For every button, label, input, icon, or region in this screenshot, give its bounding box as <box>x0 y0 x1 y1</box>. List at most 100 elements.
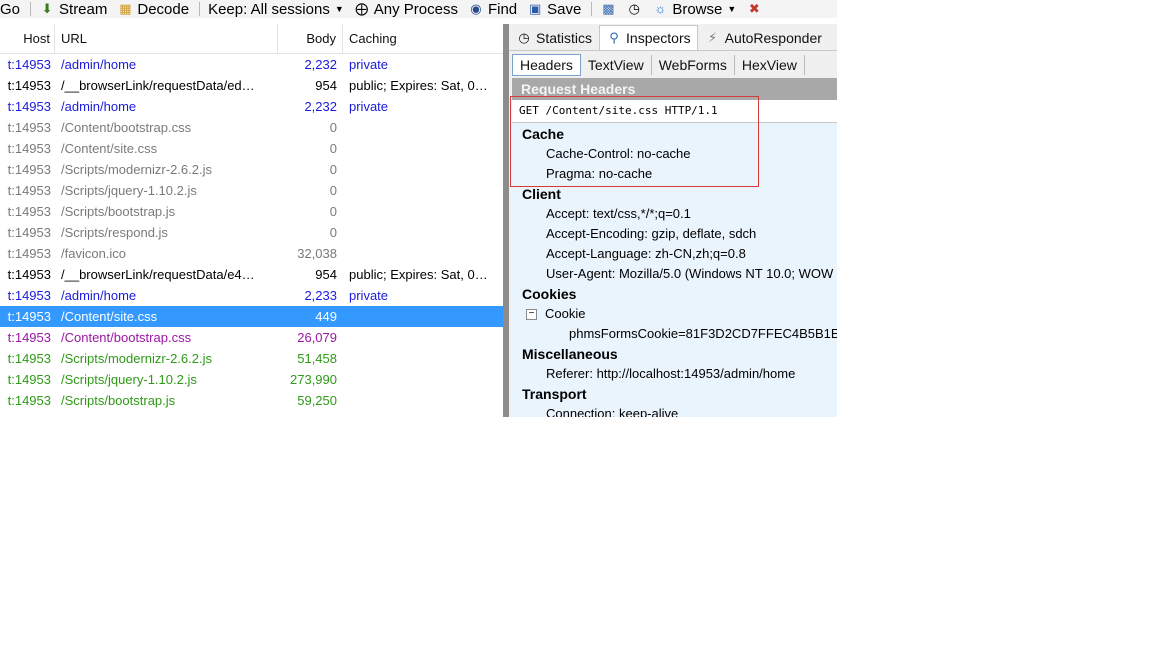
session-row[interactable]: t:14953/Scripts/bootstrap.js 59,250 <box>0 390 503 411</box>
header-entry[interactable]: Referer: http://localhost:14953/admin/ho… <box>512 364 837 384</box>
session-url: /Scripts/jquery-1.10.2.js <box>61 183 197 198</box>
session-row[interactable]: t:14953/Scripts/modernizr-2.6.2.js 0 <box>0 159 503 180</box>
subtab-webforms[interactable]: WebForms <box>652 55 735 75</box>
collapse-icon[interactable]: − <box>526 309 537 321</box>
subtab-headers[interactable]: Headers <box>512 54 581 76</box>
go-button[interactable]: Go <box>0 0 20 18</box>
session-url: /Content/bootstrap.css <box>61 120 192 135</box>
session-list: Host URL Body Caching t:14953/admin/home… <box>0 24 503 417</box>
column-header-host[interactable]: Host <box>0 24 55 53</box>
tab-statistics[interactable]: ◷ Statistics <box>509 25 599 50</box>
binoculars-icon: ◉ <box>470 1 482 16</box>
session-caching <box>343 348 503 369</box>
session-caching <box>343 306 503 327</box>
session-row[interactable]: t:14953/Scripts/modernizr-2.6.2.js 51,458 <box>0 348 503 369</box>
session-url: /Content/site.css <box>61 141 158 156</box>
column-header-body[interactable]: Body <box>278 24 343 53</box>
session-host: t:14953 <box>7 309 51 324</box>
any-process-button[interactable]: ⨁ Any Process <box>354 0 458 18</box>
subtab-hexview[interactable]: HexView <box>735 55 805 75</box>
inspector-panel: ◷ Statistics ⚲ Inspectors ⚡ AutoResponde… <box>509 24 837 417</box>
group-transport[interactable]: Transport <box>512 384 837 404</box>
session-host: t:14953 <box>7 120 51 135</box>
save-icon: ▣ <box>528 1 542 16</box>
tab-autoresponder[interactable]: ⚡ AutoResponder <box>698 25 829 50</box>
headers-pane: Request Headers GET /Content/site.css HT… <box>512 78 837 417</box>
session-row[interactable]: t:14953/Content/bootstrap.css 26,079 <box>0 327 503 348</box>
column-header-caching[interactable]: Caching <box>343 24 503 53</box>
session-row[interactable]: t:14953 /__browserLink/requestData/ed… 954… <box>0 75 503 96</box>
cookie-value[interactable]: phmsFormsCookie=81F3D2CD7FFEC4B5B1E <box>512 324 837 344</box>
group-cache[interactable]: Cache <box>512 124 837 144</box>
session-caching <box>343 222 503 243</box>
session-row[interactable]: t:14953/Scripts/bootstrap.js 0 <box>0 201 503 222</box>
header-entry[interactable]: Accept-Encoding: gzip, deflate, sdch <box>512 224 837 244</box>
group-client[interactable]: Client <box>512 184 837 204</box>
cookie-node[interactable]: − Cookie <box>512 304 837 324</box>
screenshot-button[interactable]: ▩ <box>600 0 620 18</box>
timer-button[interactable]: ◷ <box>626 0 646 18</box>
camera-icon: ▩ <box>602 1 615 16</box>
session-body-size: 2,232 <box>304 57 337 72</box>
request-subtabs: Headers TextView WebForms HexView <box>509 53 837 77</box>
browse-button[interactable]: ☼ Browse ▼ <box>652 0 736 18</box>
session-url: /Scripts/modernizr-2.6.2.js <box>61 351 212 366</box>
session-row[interactable]: t:14953/Scripts/respond.js 0 <box>0 222 503 243</box>
session-row[interactable]: t:14953/admin/home 2,232 private <box>0 54 503 75</box>
go-label: Go <box>0 0 21 18</box>
browser-icon: ☼ <box>654 1 667 16</box>
session-body-size: 51,458 <box>297 351 337 366</box>
session-row[interactable]: t:14953/admin/home 2,233 private <box>0 285 503 306</box>
session-host: t:14953 <box>7 288 51 303</box>
session-row[interactable]: t:14953/favicon.ico 32,038 <box>0 243 503 264</box>
stream-button[interactable]: ⬇ Stream <box>39 0 108 18</box>
session-caching: private <box>349 99 389 114</box>
header-entry[interactable]: Connection: keep-alive <box>512 404 837 417</box>
session-row[interactable]: t:14953/Content/bootstrap.css 0 <box>0 117 503 138</box>
toolbar: Go ⬇ Stream ▦ Decode Keep: All sessions … <box>0 0 837 18</box>
session-caching <box>343 159 503 180</box>
main-tabs: ◷ Statistics ⚲ Inspectors ⚡ AutoResponde… <box>509 24 837 51</box>
tab-inspectors[interactable]: ⚲ Inspectors <box>599 25 698 50</box>
keep-sessions-dropdown[interactable]: Keep: All sessions ▼ <box>208 0 344 18</box>
session-row[interactable]: t:14953/admin/home 2,232 private <box>0 96 503 117</box>
header-entry[interactable]: Pragma: no-cache <box>512 164 837 184</box>
session-host: t:14953 <box>7 57 51 72</box>
clock-icon: ◷ <box>628 1 641 16</box>
session-host: t:14953 <box>7 351 51 366</box>
cookie-node-label: Cookie <box>545 306 586 321</box>
session-body-size: 59,250 <box>297 393 337 408</box>
tab-autoresponder-label: AutoResponder <box>724 30 822 46</box>
save-button[interactable]: ▣ Save <box>527 0 581 18</box>
session-row[interactable]: t:14953/Content/site.css 449 <box>0 306 503 327</box>
crosshair-icon: ⨁ <box>355 1 369 16</box>
session-row[interactable]: t:14953/Scripts/jquery-1.10.2.js 0 <box>0 180 503 201</box>
clear-cache-button[interactable]: ✖ <box>746 0 766 18</box>
find-button[interactable]: ◉ Find <box>468 0 517 18</box>
session-url: /__browserLink/requestData/e4… <box>61 267 255 282</box>
decode-button[interactable]: ▦ Decode <box>117 0 189 18</box>
chevron-down-icon: ▼ <box>334 4 344 14</box>
header-entry[interactable]: User-Agent: Mozilla/5.0 (Windows NT 10.0… <box>512 264 837 284</box>
session-body-size: 26,079 <box>297 330 337 345</box>
session-body-size: 0 <box>329 204 337 219</box>
group-miscellaneous[interactable]: Miscellaneous <box>512 344 837 364</box>
session-host: t:14953 <box>7 393 51 408</box>
session-url: /Content/bootstrap.css <box>61 330 192 345</box>
header-entry[interactable]: Accept: text/css,*/*;q=0.1 <box>512 204 837 224</box>
session-row[interactable]: t:14953 /__browserLink/requestData/e4… 954… <box>0 264 503 285</box>
stopwatch-icon: ◷ <box>518 30 530 45</box>
session-url: /__browserLink/requestData/ed… <box>61 78 255 93</box>
request-line[interactable]: GET /Content/site.css HTTP/1.1 <box>512 100 837 123</box>
header-entry[interactable]: Accept-Language: zh-CN,zh;q=0.8 <box>512 244 837 264</box>
subtab-textview[interactable]: TextView <box>581 55 652 75</box>
group-cookies[interactable]: Cookies <box>512 284 837 304</box>
column-header-url[interactable]: URL <box>55 24 278 53</box>
session-row[interactable]: t:14953/Scripts/jquery-1.10.2.js 273,990 <box>0 369 503 390</box>
session-body-size: 273,990 <box>290 372 337 387</box>
session-body-size: 32,038 <box>297 246 337 261</box>
header-entry[interactable]: Cache-Control: no-cache <box>512 144 837 164</box>
toolbar-divider <box>591 2 593 16</box>
session-row[interactable]: t:14953/Content/site.css 0 <box>0 138 503 159</box>
session-body-size: 0 <box>329 141 337 156</box>
